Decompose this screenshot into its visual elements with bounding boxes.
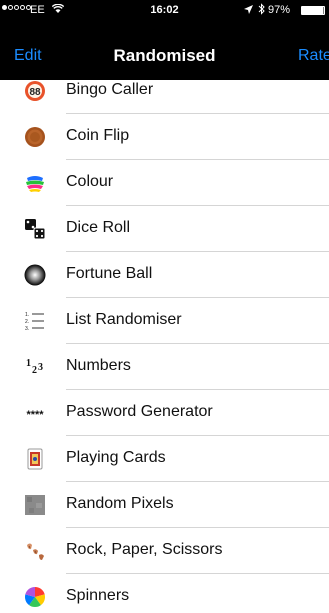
list-item-fortune-ball[interactable]: Fortune Ball: [0, 252, 329, 298]
battery-percent: 97%: [268, 4, 291, 16]
list-item-dice-roll[interactable]: Dice Roll: [0, 206, 329, 252]
bingo-ball-icon: 88: [25, 81, 45, 101]
top-bar: EE 16:02 97% Edit Randomised Rate: [0, 0, 329, 80]
pixels-icon: [25, 495, 45, 515]
svg-text:2: 2: [32, 365, 37, 376]
battery-icon: [301, 6, 325, 15]
list-item-label: Playing Cards: [66, 449, 166, 466]
rock-paper-scissors-icon: [27, 543, 44, 560]
dice-icon: [25, 219, 46, 240]
list-item-bingo-caller[interactable]: 88 Bingo Caller: [0, 80, 329, 114]
svg-text:2.: 2.: [25, 319, 29, 325]
list-item-colour[interactable]: Colour: [0, 160, 329, 206]
list-item-label: Bingo Caller: [66, 81, 154, 98]
list-item-rock-paper-scissors[interactable]: Rock, Paper, Scissors: [0, 528, 329, 574]
list-item-label: Rock, Paper, Scissors: [66, 541, 223, 558]
password-stars: ****: [26, 409, 44, 421]
location-arrow-icon: [244, 5, 253, 14]
list-item-coin-flip[interactable]: Coin Flip: [0, 114, 329, 160]
list-item-random-pixels[interactable]: Random Pixels: [0, 482, 329, 528]
status-bar: EE 16:02 97%: [0, 0, 329, 20]
list-item-label: Colour: [66, 173, 114, 190]
spinner-icon: [24, 587, 46, 608]
list-item-label: Dice Roll: [66, 219, 131, 236]
list-item-label: Password Generator: [66, 403, 213, 420]
list-item-list-randomiser[interactable]: 1. 2. 3. List Randomiser: [0, 298, 329, 344]
navigation-bar: Edit Randomised Rate: [0, 32, 329, 76]
list-item-label: Spinners: [66, 587, 130, 604]
list-item-playing-cards[interactable]: Playing Cards: [0, 436, 329, 482]
coin-icon: [25, 127, 45, 147]
list-item-label: Random Pixels: [66, 495, 174, 512]
bingo-ball-number: 88: [29, 87, 41, 98]
svg-text:1.: 1.: [25, 312, 29, 318]
list-item-label: Numbers: [66, 357, 131, 374]
numbered-list-icon: 1. 2. 3.: [25, 312, 44, 332]
svg-text:3: 3: [38, 362, 43, 373]
svg-text:3.: 3.: [25, 326, 29, 332]
fortune-ball-icon: [24, 264, 46, 286]
randomiser-list[interactable]: 88 Bingo Caller Coin Flip Colour Dice Ro…: [0, 80, 329, 613]
list-item-spinners[interactable]: Spinners: [0, 574, 329, 613]
numbers-icon: 1 2 3: [26, 358, 43, 376]
page-title: Randomised: [113, 46, 216, 65]
svg-text:1: 1: [26, 358, 31, 369]
list-item-password-generator[interactable]: **** Password Generator: [0, 390, 329, 436]
list-item-numbers[interactable]: 1 2 3 Numbers: [0, 344, 329, 390]
colour-splash-icon: [26, 176, 44, 192]
password-icon: ****: [26, 409, 44, 421]
rate-button[interactable]: Rate: [298, 47, 329, 65]
bluetooth-icon: [258, 3, 265, 15]
list-item-label: Fortune Ball: [66, 265, 153, 282]
list-item-label: List Randomiser: [66, 311, 182, 328]
list-item-label: Coin Flip: [66, 127, 130, 144]
playing-card-icon: [27, 448, 43, 470]
